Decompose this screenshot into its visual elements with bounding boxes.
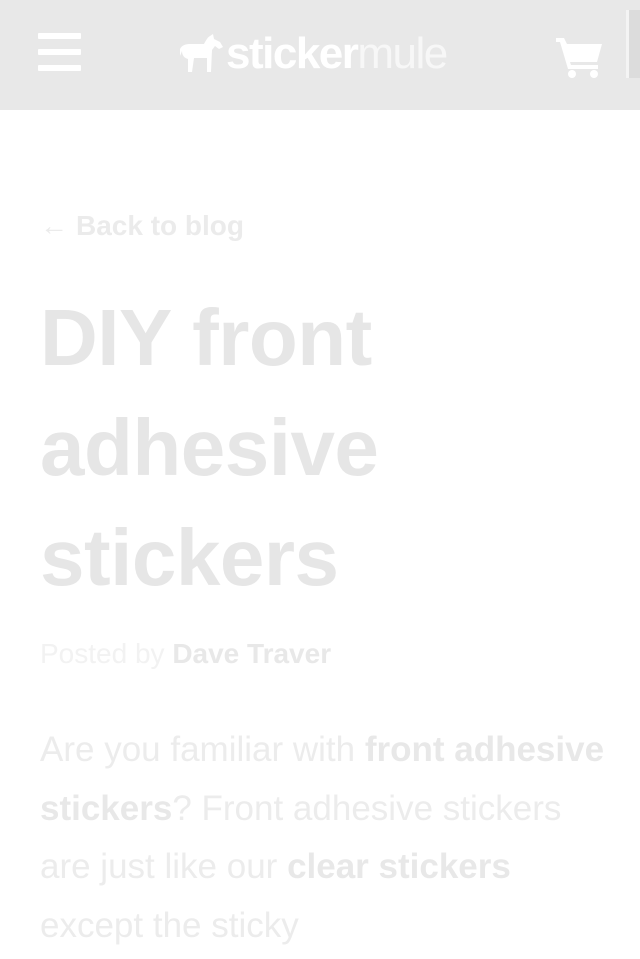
- byline-prefix: Posted by: [40, 638, 173, 669]
- logo-wordmark: stickermule: [226, 29, 448, 78]
- article-byline: Posted by Dave Traver: [40, 638, 331, 670]
- clear-stickers-link[interactable]: clear stickers: [287, 847, 511, 886]
- scrollbar[interactable]: [626, 10, 640, 78]
- article-title: DIY front adhesive stickers: [40, 293, 379, 602]
- back-arrow-icon: ←: [40, 210, 68, 241]
- article-intro-paragraph: Are you familiar with front adhesive sti…: [40, 721, 605, 955]
- sticker-mule-logo[interactable]: stickermule: [180, 29, 448, 78]
- back-link-label: Back to blog: [76, 210, 245, 241]
- mule-silhouette-icon: [180, 34, 223, 72]
- top-navigation-bar: stickermule: [0, 0, 640, 110]
- back-to-blog-link[interactable]: ← Back to blog: [40, 210, 244, 242]
- shopping-cart-icon[interactable]: [556, 36, 604, 78]
- intro-text-3: except the sticky: [40, 905, 299, 945]
- logo-text-sticker: sticker: [226, 29, 359, 78]
- author-link[interactable]: Dave Traver: [172, 638, 331, 669]
- hamburger-menu-icon[interactable]: [38, 33, 82, 73]
- logo-text-mule: mule: [357, 29, 448, 78]
- intro-text-1: Are you familiar with: [40, 730, 365, 769]
